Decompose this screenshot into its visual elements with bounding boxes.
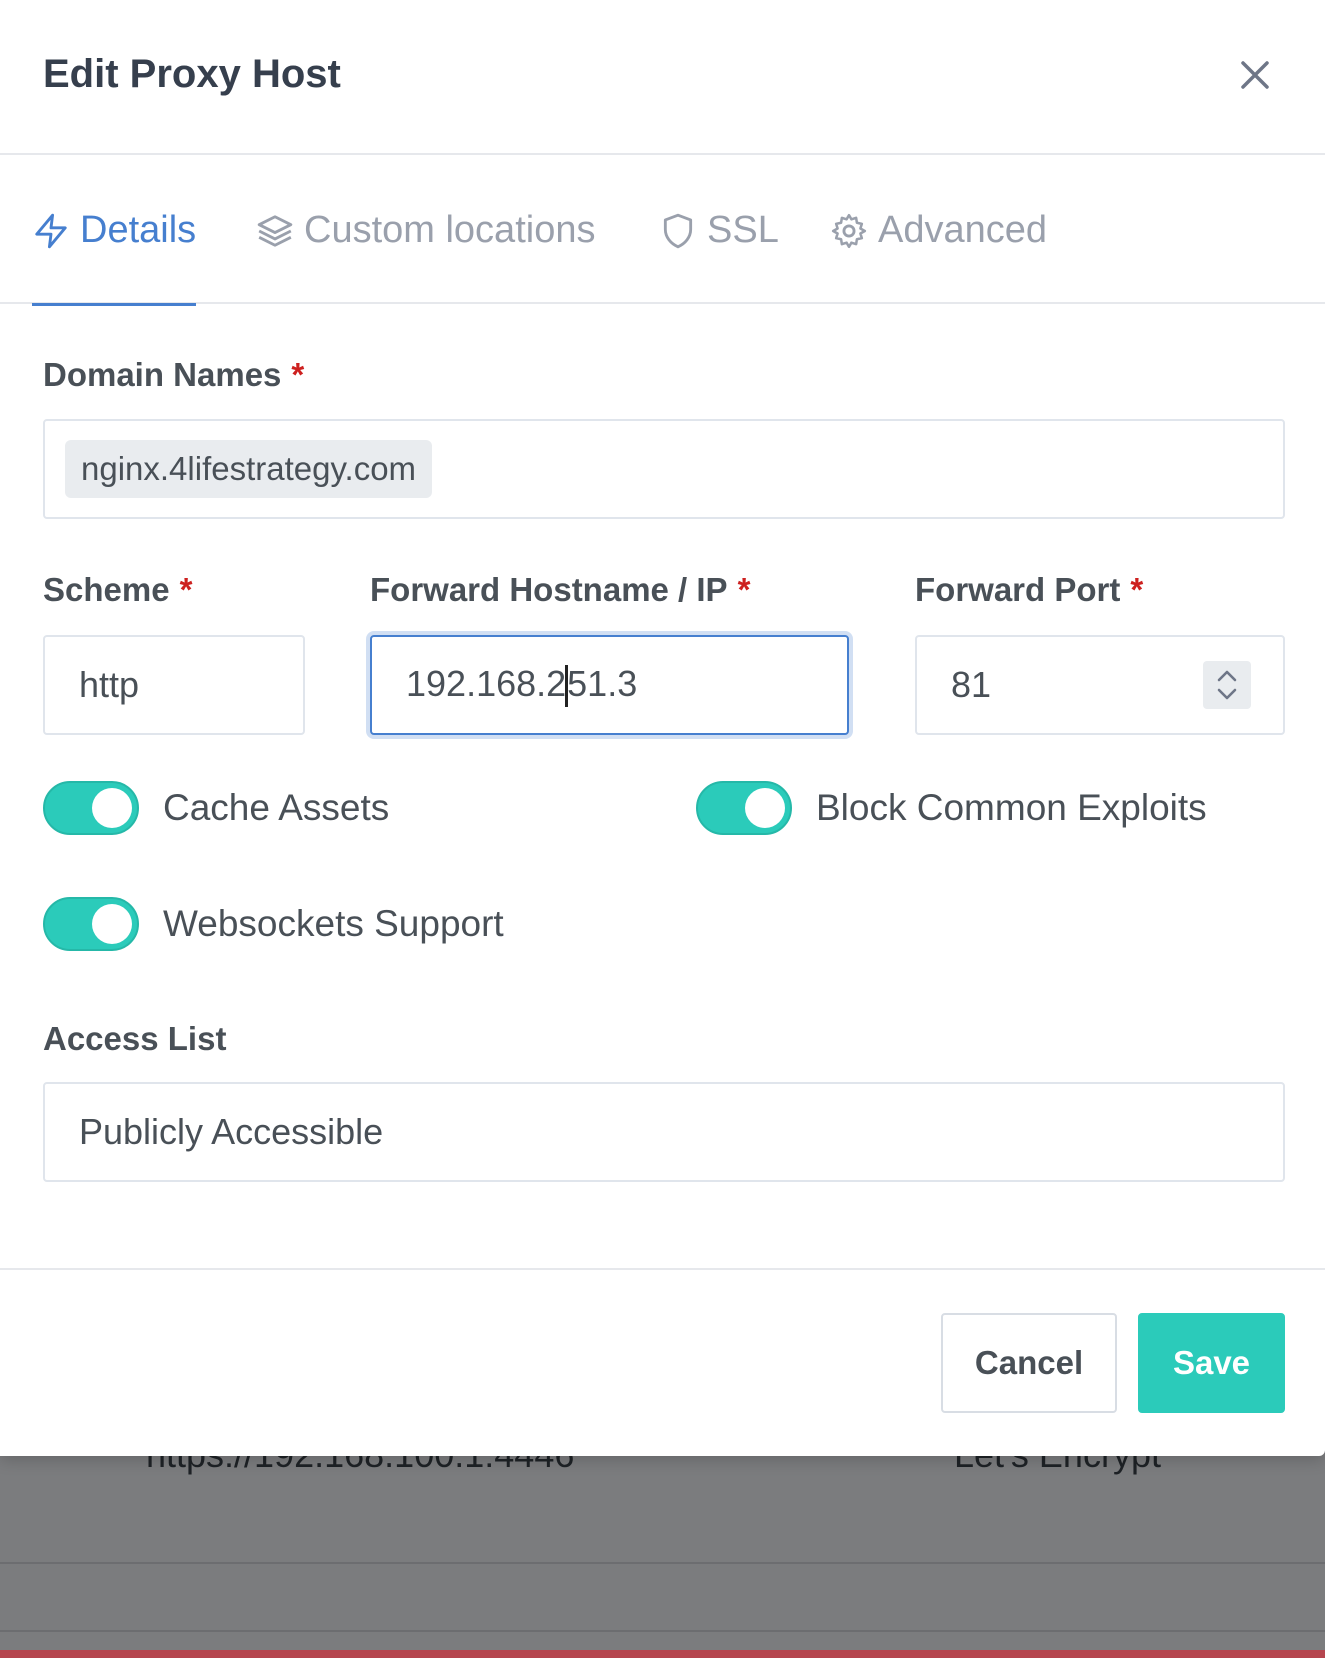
modal-footer-divider — [0, 1268, 1325, 1270]
background-status-bar — [0, 1650, 1325, 1658]
background-divider — [0, 1562, 1325, 1564]
tab-ssl[interactable]: SSL — [659, 157, 779, 304]
close-icon — [1241, 61, 1269, 89]
domain-names-label-text: Domain Names — [43, 356, 282, 393]
layers-icon — [257, 214, 293, 247]
modal-title: Edit Proxy Host — [43, 52, 341, 96]
tab-bar: Details Custom locations SSL Advanced — [0, 157, 1325, 306]
toggle-switch[interactable] — [696, 781, 792, 835]
forward-hostname-value: 192.168.251.3 — [406, 662, 638, 708]
forward-hostname-value-after-caret: 51.3 — [567, 662, 638, 704]
access-list-value: Publicly Accessible — [79, 1111, 384, 1152]
required-mark: * — [291, 356, 305, 393]
block-exploits-toggle[interactable]: Block Common Exploits — [696, 781, 1207, 835]
toggle-knob — [92, 788, 132, 828]
domain-names-label: Domain Names * — [43, 356, 304, 394]
access-list-select[interactable]: Publicly Accessible — [43, 1082, 1285, 1182]
forward-hostname-label-text: Forward Hostname / IP — [370, 571, 728, 608]
tab-custom-locations-label: Custom locations — [304, 209, 596, 251]
background-divider — [0, 1630, 1325, 1632]
forward-port-label: Forward Port * — [915, 571, 1143, 609]
modal-header: Edit Proxy Host — [0, 0, 1325, 155]
domain-chip[interactable]: nginx.4lifestrategy.com — [65, 440, 433, 498]
forward-port-input[interactable]: 81 — [915, 635, 1285, 735]
tab-ssl-label: SSL — [707, 209, 779, 251]
tab-advanced[interactable]: Advanced — [830, 157, 1047, 304]
save-button[interactable]: Save — [1138, 1313, 1285, 1413]
domain-names-input[interactable]: nginx.4lifestrategy.com — [43, 419, 1285, 519]
required-mark: * — [737, 571, 751, 608]
access-list-label-text: Access List — [43, 1020, 227, 1057]
websockets-label: Websockets Support — [163, 903, 504, 944]
toggle-knob — [745, 788, 785, 828]
toggle-knob — [92, 904, 132, 944]
up-down-chevron-icon — [1217, 670, 1237, 700]
domain-chip-text: nginx.4lifestrategy.com — [81, 450, 417, 487]
forward-hostname-label: Forward Hostname / IP * — [370, 571, 750, 609]
scheme-label-text: Scheme — [43, 571, 170, 608]
block-exploits-label: Block Common Exploits — [816, 787, 1207, 828]
cache-assets-toggle[interactable]: Cache Assets — [43, 781, 389, 835]
scheme-select[interactable]: http — [43, 635, 305, 735]
access-list-label: Access List — [43, 1020, 226, 1058]
lightning-icon — [35, 213, 67, 248]
edit-proxy-host-modal: Edit Proxy Host Details Custom locations — [0, 0, 1325, 1456]
cache-assets-label: Cache Assets — [163, 787, 390, 828]
toggle-switch[interactable] — [43, 781, 139, 835]
port-stepper[interactable] — [1203, 661, 1251, 709]
tab-advanced-label: Advanced — [878, 209, 1048, 251]
toggle-switch[interactable] — [43, 897, 139, 951]
forward-hostname-input[interactable]: 192.168.251.3 — [370, 635, 849, 735]
close-button[interactable] — [1232, 52, 1278, 98]
required-mark: * — [179, 571, 193, 608]
scheme-value: http — [79, 664, 140, 705]
cancel-button[interactable]: Cancel — [941, 1313, 1117, 1413]
tab-details[interactable]: Details — [32, 157, 197, 306]
gear-icon — [831, 213, 867, 248]
scheme-label: Scheme * — [43, 571, 192, 609]
tab-details-label: Details — [80, 209, 197, 251]
shield-icon — [663, 213, 693, 248]
forward-port-value: 81 — [951, 664, 992, 705]
websockets-toggle[interactable]: Websockets Support — [43, 897, 504, 951]
tab-custom-locations[interactable]: Custom locations — [256, 157, 595, 304]
forward-port-label-text: Forward Port — [915, 571, 1121, 608]
required-mark: * — [1130, 571, 1144, 608]
forward-hostname-value-before-caret: 192.168.2 — [406, 662, 567, 704]
